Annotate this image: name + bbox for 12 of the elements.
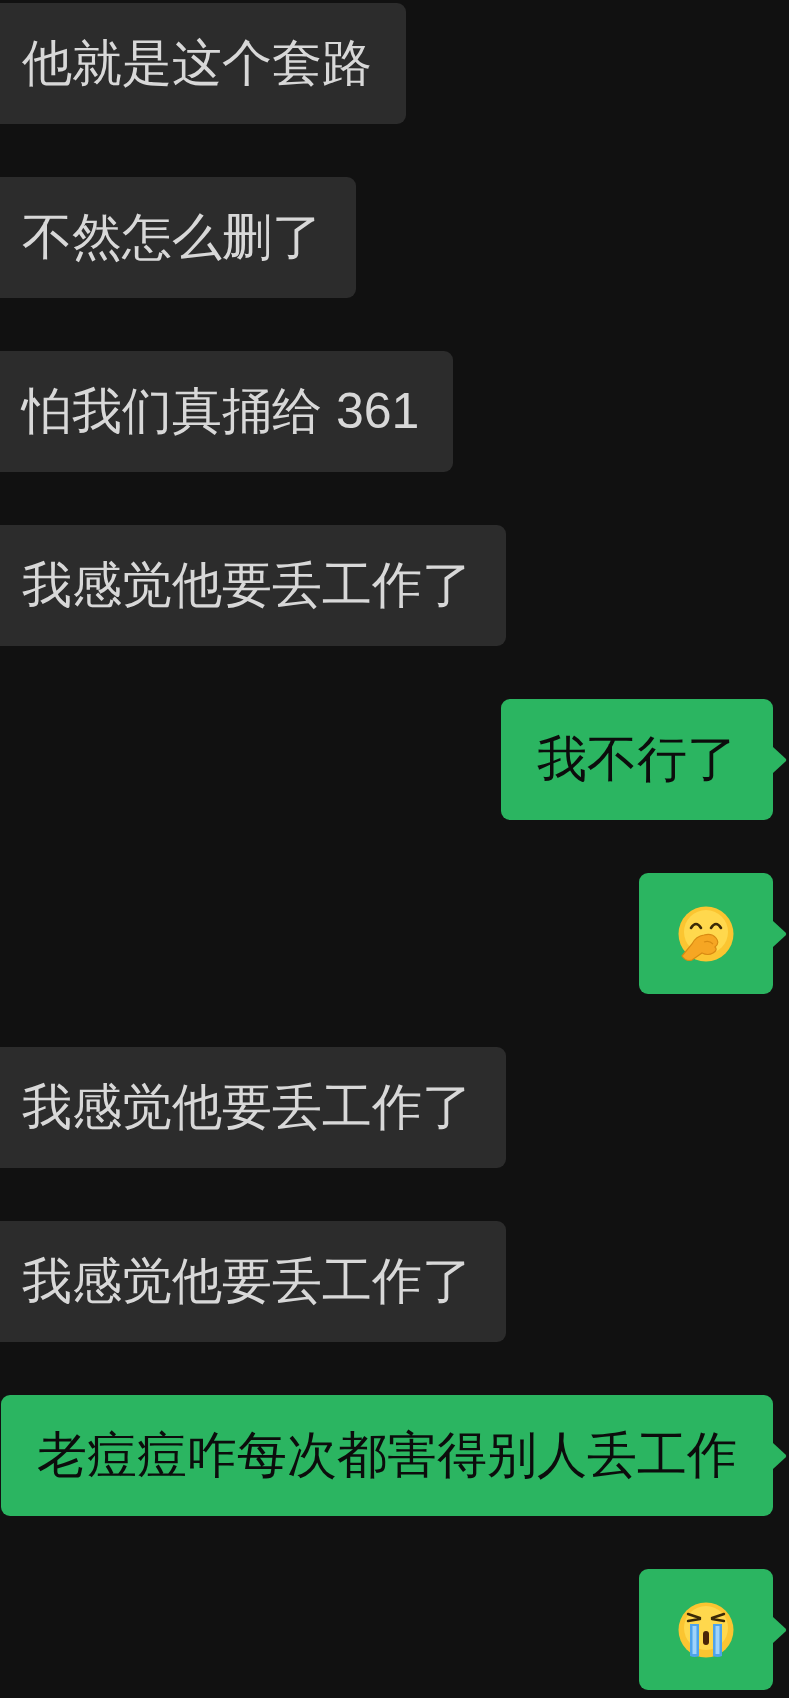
message-bubble: 怕我们真捅给 361 xyxy=(0,351,454,472)
bubble-tail-icon xyxy=(773,1442,787,1469)
message-bubble: 老痘痘咋每次都害得别人丢工作 xyxy=(1,1395,773,1516)
message-bubble: 我感觉他要丢工作了 xyxy=(0,525,506,646)
message-bubble: 他就是这个套路 xyxy=(0,3,406,124)
crying-face-emoji-icon xyxy=(678,1601,734,1658)
message-bubble: 我感觉他要丢工作了 xyxy=(0,1221,506,1342)
bubble-tail-icon xyxy=(773,746,787,773)
hand-over-mouth-emoji-icon xyxy=(678,905,734,962)
message-bubble: 不然怎么删了 xyxy=(0,177,356,298)
message-bubble: 我不行了 xyxy=(501,699,773,820)
message-bubble: 我感觉他要丢工作了 xyxy=(0,1047,506,1168)
